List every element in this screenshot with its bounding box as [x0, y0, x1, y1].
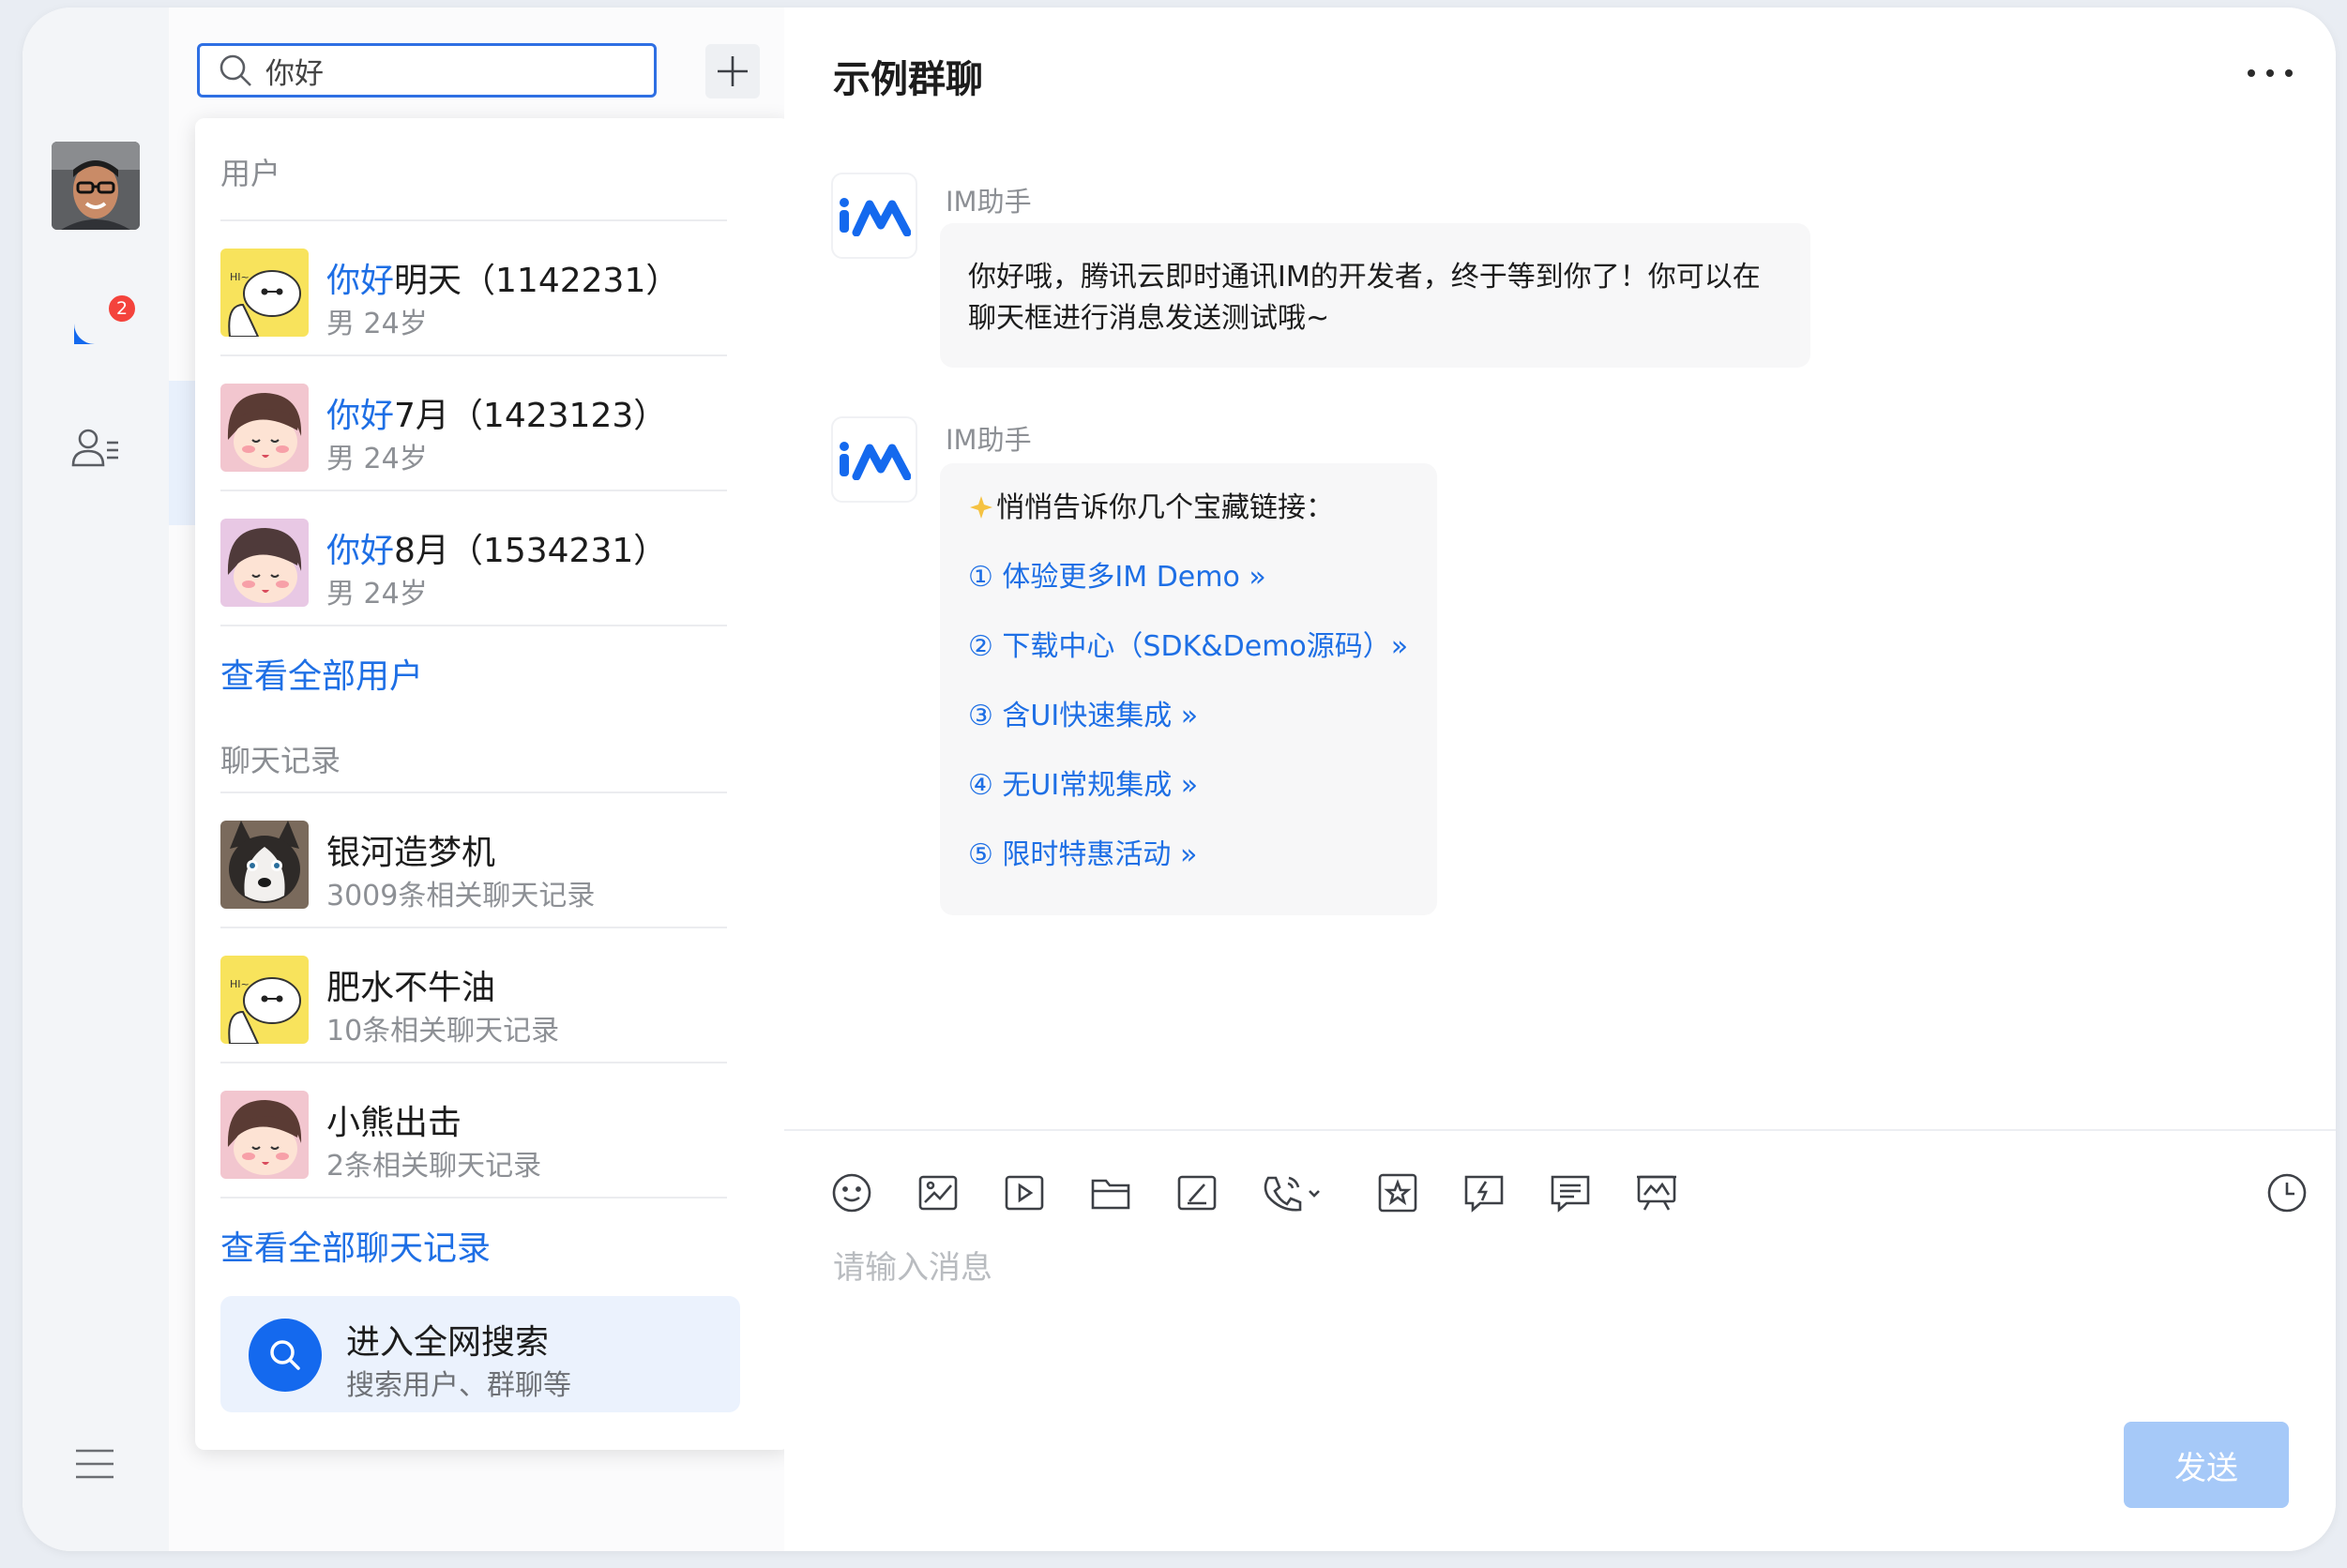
record-result-row[interactable]: 银河造梦机 3009条相关聊天记录 [220, 793, 727, 928]
contacts-nav-icon[interactable] [68, 420, 124, 476]
user-result-info: 男 24岁 [326, 443, 428, 475]
im-assistant-avatar[interactable] [831, 416, 917, 503]
video-icon[interactable] [1002, 1170, 1047, 1215]
message-line: 聊天框进行消息发送测试哦~ [968, 302, 1330, 335]
message-bubble: 悄悄告诉你几个宝藏链接： ① 体验更多IM Demo » ② 下载中心（SDK&… [940, 463, 1437, 915]
history-clock-icon[interactable] [2264, 1170, 2309, 1215]
send-button[interactable]: 发送 [2124, 1422, 2289, 1508]
user-avatar-cartoon [220, 519, 309, 607]
view-all-users-link[interactable]: 查看全部用户 [220, 649, 423, 698]
search-input[interactable] [265, 53, 622, 87]
message-sender: IM助手 [946, 186, 1032, 218]
link-download-center[interactable]: ② 下载中心（SDK&Demo源码）» [968, 626, 1408, 668]
message-line: 你好哦，腾讯云即时通讯IM的开发者，终于等到你了！你可以在 [968, 261, 1761, 294]
message-sender: IM助手 [946, 424, 1032, 456]
unread-badge: 2 [107, 294, 137, 324]
link-ui-integration[interactable]: ③ 含UI快速集成 » [968, 696, 1198, 737]
record-avatar-husky [220, 821, 309, 909]
user-avatar-cartoon [220, 384, 309, 472]
global-search-button[interactable]: 进入全网搜索 搜索用户、群聊等 [220, 1296, 740, 1412]
folder-icon[interactable] [1088, 1170, 1133, 1215]
image-icon[interactable] [916, 1170, 961, 1215]
svg-text:HI~: HI~ [230, 978, 250, 990]
link-more-demo[interactable]: ① 体验更多IM Demo » [968, 557, 1266, 598]
record-result-name: 小熊出击 [326, 1104, 462, 1142]
record-result-count: 2条相关聊天记录 [326, 1150, 542, 1183]
record-result-name: 肥水不牛油 [326, 969, 496, 1007]
user-result-row[interactable]: 你好7月（1423123） 男 24岁 [220, 356, 727, 491]
record-avatar-baymax: HI~ [220, 956, 309, 1044]
view-all-records-link[interactable]: 查看全部聊天记录 [220, 1221, 491, 1270]
user-result-row[interactable]: HI~ 你好明天（1142231） 男 24岁 [220, 221, 727, 356]
record-avatar-cartoon [220, 1091, 309, 1179]
search-results-dropdown: 用户 HI~ 你好明天（1142231） 男 24岁 你好7月（1423123）… [195, 118, 790, 1450]
link-promotion[interactable]: ⑤ 限时特惠活动 » [968, 835, 1197, 876]
user-result-row[interactable]: 你好8月（1534231） 男 24岁 [220, 491, 727, 626]
menu-icon[interactable] [71, 1440, 118, 1487]
my-avatar[interactable] [52, 142, 140, 230]
message-input[interactable] [833, 1242, 2240, 1392]
chat-panel: 示例群聊 IM助手 你好哦，腾讯云即时通讯IM的开发者，终于等到你了！你可以在 … [784, 8, 2336, 1551]
favorite-icon[interactable] [1375, 1170, 1420, 1215]
search-icon [220, 54, 251, 86]
chat-title: 示例群聊 [833, 58, 983, 101]
call-icon[interactable] [1261, 1170, 1328, 1215]
record-result-row[interactable]: HI~ 肥水不牛油 10条相关聊天记录 [220, 928, 727, 1063]
sparkle-icon [968, 491, 992, 519]
plus-icon [718, 56, 748, 86]
user-result-name: 你好明天（1142231） [326, 262, 680, 300]
search-box[interactable] [197, 43, 657, 98]
nav-rail: 2 [23, 8, 169, 1551]
my-avatar-photo [52, 142, 140, 230]
quick-reply-icon[interactable] [1461, 1170, 1507, 1215]
message-intro: 悄悄告诉你几个宝藏链接： [996, 491, 1334, 524]
message-bubble: 你好哦，腾讯云即时通讯IM的开发者，终于等到你了！你可以在 聊天框进行消息发送测… [940, 223, 1810, 368]
user-avatar-baymax: HI~ [220, 249, 309, 337]
screen-share-icon[interactable] [1634, 1170, 1679, 1215]
user-result-name: 你好7月（1423123） [326, 397, 668, 435]
record-result-row[interactable]: 小熊出击 2条相关聊天记录 [220, 1063, 727, 1199]
more-options-icon[interactable] [2248, 62, 2293, 84]
svg-text:HI~: HI~ [230, 271, 250, 283]
user-result-name: 你好8月（1534231） [326, 532, 668, 570]
im-logo-icon [840, 198, 911, 236]
user-result-info: 男 24岁 [326, 308, 428, 340]
link-no-ui-integration[interactable]: ④ 无UI常规集成 » [968, 765, 1198, 807]
emoji-icon[interactable] [829, 1170, 874, 1215]
global-search-subtitle: 搜索用户、群聊等 [346, 1369, 571, 1402]
record-result-count: 3009条相关聊天记录 [326, 880, 596, 912]
message-composer: 发送 [784, 1129, 2336, 1551]
global-search-icon [249, 1319, 322, 1392]
app-window: 2 你好 用户 HI~ 你好明天（1142231） 男 24岁 你好7月（142… [23, 8, 2336, 1551]
record-result-name: 银河造梦机 [326, 834, 496, 872]
users-section-title: 用户 [220, 156, 281, 191]
add-button[interactable] [705, 44, 760, 98]
im-logo-icon [840, 442, 911, 480]
message-list-icon[interactable] [1548, 1170, 1593, 1215]
record-result-count: 10条相关聊天记录 [326, 1015, 560, 1048]
edit-icon[interactable] [1174, 1170, 1219, 1215]
global-search-title: 进入全网搜索 [346, 1323, 550, 1362]
records-section-title: 聊天记录 [220, 743, 341, 778]
user-result-info: 男 24岁 [326, 578, 428, 611]
im-assistant-avatar[interactable] [831, 173, 917, 259]
